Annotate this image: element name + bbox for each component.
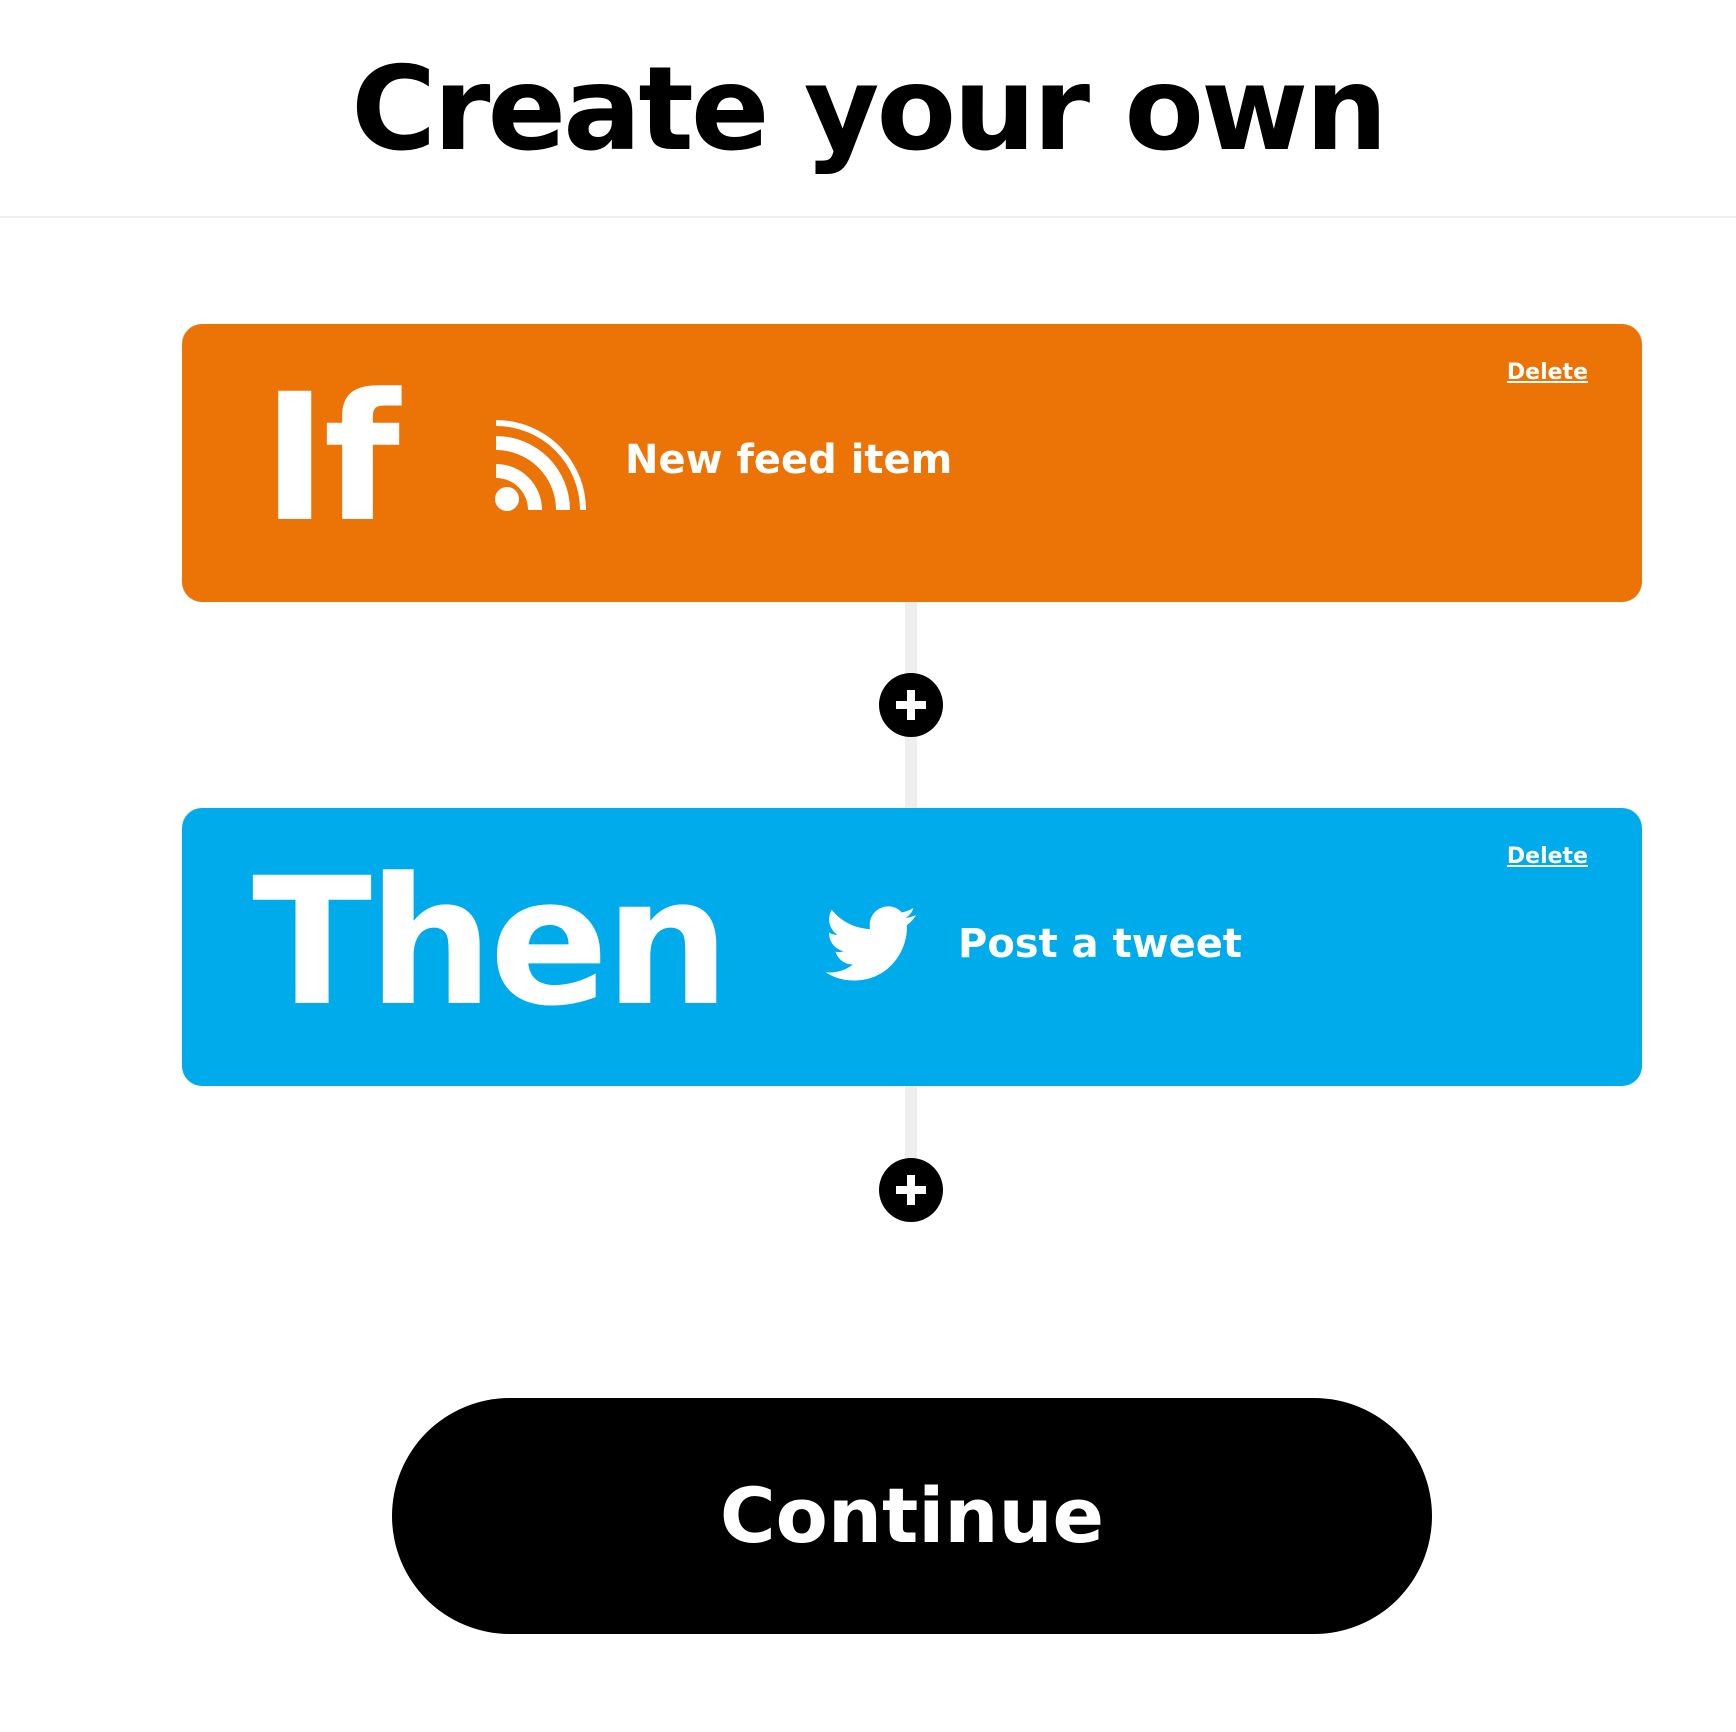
add-step-button[interactable] (879, 673, 943, 737)
page-header: Create your own (0, 0, 1736, 218)
action-step-card[interactable]: Then Post a tweet Delete (182, 808, 1642, 1086)
if-keyword: If (262, 356, 400, 561)
plus-icon (896, 690, 926, 720)
continue-button[interactable]: Continue (392, 1398, 1432, 1634)
action-label: Post a tweet (958, 921, 1243, 967)
then-keyword: Then (252, 840, 730, 1045)
page-title: Create your own (351, 42, 1388, 177)
twitter-bird-icon (825, 906, 918, 982)
trigger-label: New feed item (625, 437, 953, 483)
delete-trigger-link[interactable]: Delete (1507, 360, 1588, 385)
add-step-button[interactable] (879, 1158, 943, 1222)
delete-action-link[interactable]: Delete (1507, 844, 1588, 869)
plus-icon (896, 1175, 926, 1205)
trigger-step-card[interactable]: If New feed item Delete (182, 324, 1642, 602)
rss-feed-icon (494, 420, 586, 512)
